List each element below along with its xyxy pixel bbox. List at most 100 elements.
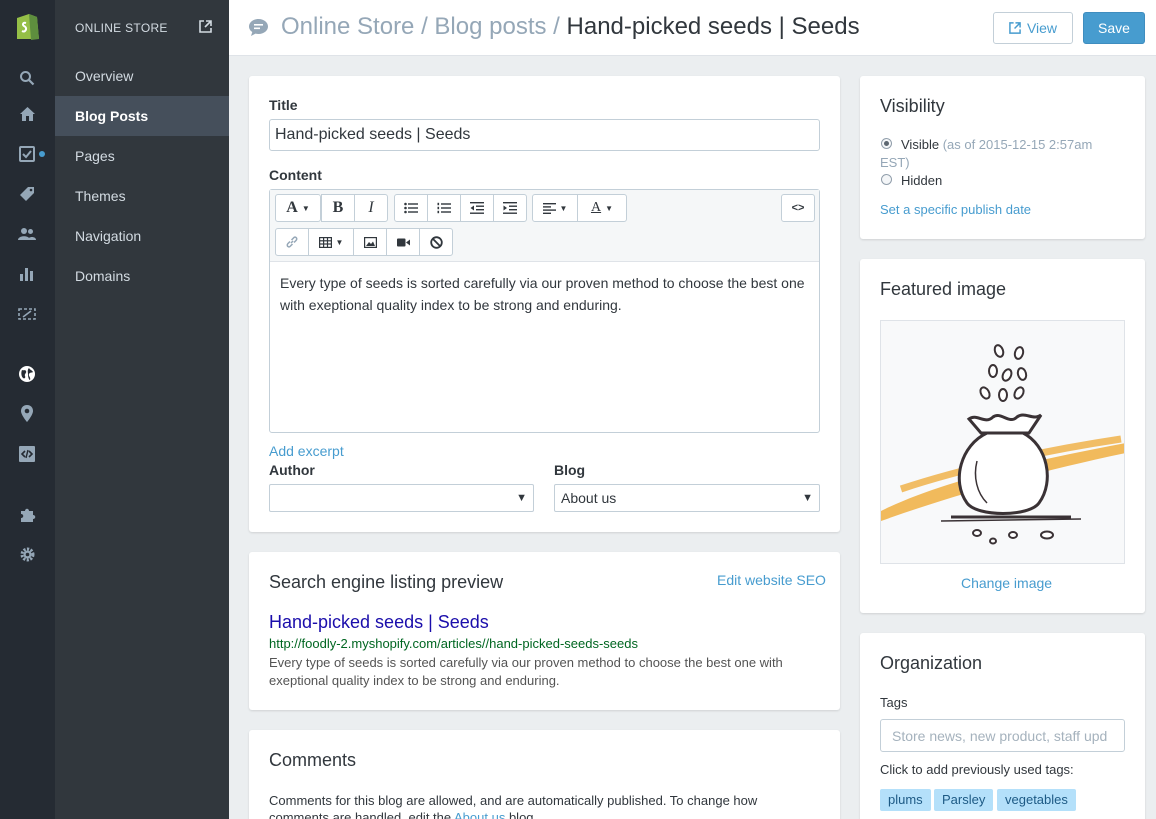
text-color-icon: A [590, 200, 602, 215]
comments-heading: Comments [269, 750, 357, 770]
notification-dot [39, 151, 45, 157]
location-icon[interactable] [17, 404, 37, 424]
chevron-down-icon: ▼ [605, 203, 614, 213]
breadcrumb-separator: / [421, 13, 428, 40]
online-store-icon[interactable] [17, 364, 37, 384]
save-button[interactable]: Save [1083, 12, 1145, 44]
tags-input[interactable] [880, 719, 1125, 752]
featured-image[interactable] [880, 320, 1125, 564]
html-source-button[interactable]: <> [781, 194, 815, 222]
content-label: Content [269, 167, 322, 183]
featured-image-heading: Featured image [880, 279, 1007, 299]
change-image-link[interactable]: Change image [961, 575, 1052, 591]
chevron-down-icon: ▼ [559, 203, 568, 213]
home-icon[interactable] [17, 104, 37, 124]
nav-item-pages[interactable]: Pages [55, 136, 229, 176]
post-card: Title Content A ▼ B I [249, 76, 840, 532]
page-header: Online Store / Blog posts / Hand-picked … [229, 0, 1156, 56]
apps-icon[interactable] [17, 504, 37, 524]
hidden-radio[interactable] [881, 174, 892, 185]
about-us-blog-link[interactable]: About us [454, 810, 505, 819]
comments-card: Comments Comments for this blog are allo… [249, 730, 840, 819]
organization-heading: Organization [880, 653, 983, 673]
alignment-dropdown[interactable]: ▼ [532, 194, 578, 222]
font-style-dropdown[interactable]: A ▼ [275, 194, 321, 222]
indent-icon [503, 202, 517, 214]
tags-label: Tags [880, 695, 908, 710]
search-icon[interactable] [17, 68, 37, 88]
dropdown-arrow-icon: ▼ [516, 492, 527, 504]
outdent-button[interactable] [460, 194, 494, 222]
discounts-icon[interactable] [17, 304, 37, 324]
author-select[interactable]: ▼ [269, 484, 534, 512]
editor-toolbar: A ▼ B I ▼ A ▼ <> ▼ [270, 190, 819, 262]
breadcrumb-online-store[interactable]: Online Store [281, 13, 414, 40]
bulleted-list-icon [404, 202, 418, 214]
reports-icon[interactable] [17, 264, 37, 284]
nav-section-title: ONLINE STORE [75, 21, 168, 35]
code-icon[interactable] [17, 444, 37, 464]
outdent-icon [470, 202, 484, 214]
title-input[interactable] [269, 119, 820, 151]
rich-text-editor: A ▼ B I ▼ A ▼ <> ▼ Every type of seeds i… [269, 189, 820, 433]
table-icon [318, 236, 332, 248]
visible-label: Visible [901, 137, 940, 152]
visible-radio[interactable] [881, 138, 892, 149]
blog-select-value: About us [561, 490, 617, 506]
indent-button[interactable] [493, 194, 527, 222]
seo-preview-url: http://foodly-2.myshopify.com/articles//… [269, 636, 638, 651]
author-label: Author [269, 462, 315, 478]
tag-chip[interactable]: Parsley [934, 789, 994, 811]
tag-chip[interactable]: plums [880, 789, 931, 811]
code-brackets-icon: <> [791, 202, 805, 214]
customers-icon[interactable] [17, 224, 37, 244]
external-link-icon[interactable] [199, 20, 212, 36]
edit-website-seo-link[interactable]: Edit website SEO [717, 572, 826, 588]
visible-option: Visible (as of 2015-12-15 2:57am [901, 136, 1131, 154]
clear-formatting-icon [429, 235, 443, 249]
external-link-icon [1009, 22, 1021, 34]
breadcrumb-blog-posts[interactable]: Blog posts [434, 13, 546, 40]
insert-image-button[interactable] [353, 228, 387, 256]
tag-icon[interactable] [17, 184, 37, 204]
blog-select[interactable]: About us ▼ [554, 484, 820, 512]
online-store-nav: ONLINE STORE Overview Blog Posts Pages T… [55, 0, 229, 819]
numbered-list-button[interactable] [427, 194, 461, 222]
shopify-logo-icon[interactable] [13, 10, 41, 42]
bulleted-list-button[interactable] [394, 194, 428, 222]
text-color-dropdown[interactable]: A ▼ [577, 194, 627, 222]
featured-image-card: Featured image Change image [860, 259, 1145, 613]
nav-item-overview[interactable]: Overview [55, 56, 229, 96]
editor-content[interactable]: Every type of seeds is sorted carefully … [280, 272, 810, 316]
set-publish-date-link[interactable]: Set a specific publish date [880, 202, 1031, 217]
page-title: Hand-picked seeds | Seeds [566, 13, 860, 40]
orders-icon[interactable] [17, 144, 37, 164]
bold-icon: B [332, 199, 344, 216]
seo-preview-title: Hand-picked seeds | Seeds [269, 612, 489, 632]
seo-preview-card: Search engine listing preview Edit websi… [249, 552, 840, 710]
image-icon [363, 236, 377, 248]
icon-rail [0, 0, 55, 819]
bold-button[interactable]: B [321, 194, 355, 222]
clear-formatting-button[interactable] [419, 228, 453, 256]
settings-icon[interactable] [17, 544, 37, 564]
breadcrumb-separator: / [553, 13, 560, 40]
nav-item-domains[interactable]: Domains [55, 256, 229, 296]
insert-table-dropdown[interactable]: ▼ [308, 228, 354, 256]
nav-item-themes[interactable]: Themes [55, 176, 229, 216]
italic-button[interactable]: I [354, 194, 388, 222]
nav-item-blog-posts[interactable]: Blog Posts [55, 96, 229, 136]
seo-preview-description: Every type of seeds is sorted carefully … [269, 655, 783, 688]
view-button[interactable]: View [993, 12, 1073, 44]
add-excerpt-link[interactable]: Add excerpt [269, 443, 344, 459]
title-label: Title [269, 97, 298, 113]
hidden-label: Hidden [901, 173, 943, 188]
breadcrumb: Online Store / Blog posts / Hand-picked … [281, 13, 860, 41]
tag-chip[interactable]: vegetables [997, 789, 1076, 811]
nav-item-navigation[interactable]: Navigation [55, 216, 229, 256]
visible-date-note: (as of 2015-12-15 2:57am [942, 137, 1093, 152]
insert-video-button[interactable] [386, 228, 420, 256]
insert-link-button[interactable] [275, 228, 309, 256]
chevron-down-icon: ▼ [301, 203, 310, 213]
tags-hint: Click to add previously used tags: [880, 762, 1074, 777]
